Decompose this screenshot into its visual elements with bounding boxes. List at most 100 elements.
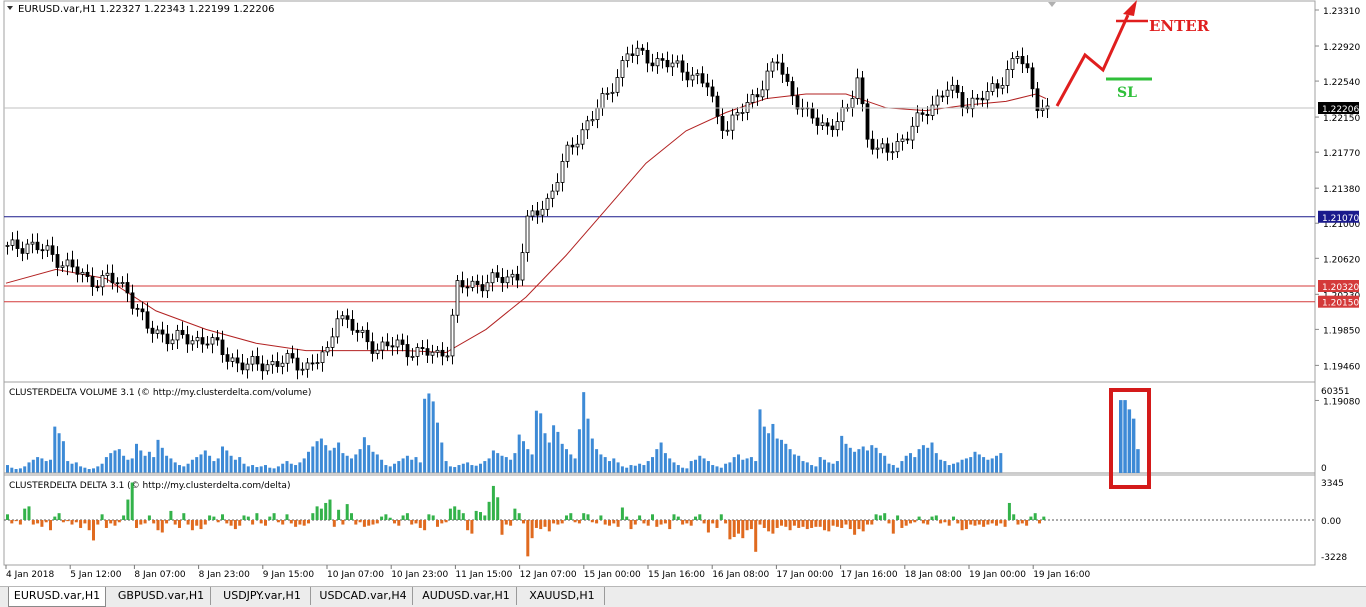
highlighted-volume-bar <box>1127 409 1132 473</box>
delta-bar <box>771 520 775 534</box>
volume-bar <box>887 463 891 473</box>
volume-bar <box>960 459 964 473</box>
delta-bar <box>973 520 977 526</box>
delta-bar <box>642 520 646 524</box>
candle-body <box>570 144 575 148</box>
delta-bar <box>23 508 27 520</box>
candle-body <box>510 273 515 278</box>
volume-bar <box>926 447 930 473</box>
candle-body <box>920 112 925 115</box>
delta-bar <box>612 520 616 524</box>
candle-body <box>710 86 715 97</box>
volume-bar <box>6 465 9 473</box>
volume-bar <box>801 461 805 473</box>
candle-body <box>405 344 410 358</box>
volume-bar <box>827 462 831 473</box>
tab-gbpusd[interactable]: GBPUSD.var,H1 <box>112 587 211 605</box>
candle-body <box>320 351 325 364</box>
volume-bar <box>233 459 237 473</box>
delta-bar <box>294 520 298 527</box>
volume-bar <box>414 457 418 473</box>
volume-bar <box>896 467 900 473</box>
candle-body <box>295 357 300 371</box>
volume-bar <box>474 465 478 473</box>
delta-bar <box>986 520 990 525</box>
level-price-label: 1.20320 <box>1322 283 1359 293</box>
tab-eurusd[interactable]: EURUSD.var,H1 <box>8 587 106 607</box>
volume-bar <box>719 467 723 473</box>
candle-body <box>605 92 610 95</box>
candle-body <box>395 339 400 348</box>
candle-body <box>600 93 605 109</box>
delta-bar <box>289 520 293 524</box>
volume-bar <box>973 451 977 473</box>
volume-bar <box>87 469 91 473</box>
candle-body <box>205 343 210 346</box>
volume-bar <box>573 458 577 473</box>
volume-bar <box>728 462 732 473</box>
volume-bar <box>620 466 624 473</box>
candle-body <box>880 143 885 149</box>
candle-body <box>970 97 975 110</box>
tab-audusd[interactable]: AUDUSD.var,H1 <box>416 587 517 605</box>
volume-bar <box>565 449 568 473</box>
delta-bar <box>655 520 659 527</box>
volume-bar <box>444 461 448 473</box>
candle-body <box>325 347 330 353</box>
volume-bar <box>685 468 689 473</box>
candle-body <box>530 210 535 217</box>
candle-body <box>220 339 225 356</box>
tab-usdjpy[interactable]: USDJPY.var,H1 <box>214 587 311 605</box>
trading-chart[interactable]: EURUSD.var,H1 1.22327 1.22343 1.22199 1.… <box>0 0 1366 586</box>
volume-bar <box>818 457 822 473</box>
level-price-label: 1.21070 <box>1322 214 1359 224</box>
candle-body <box>615 77 620 93</box>
candle-body <box>500 276 505 284</box>
volume-bar <box>487 458 491 473</box>
candle-body <box>165 333 170 345</box>
volume-bar <box>522 441 525 473</box>
candle-body <box>565 144 570 162</box>
volume-bar <box>840 435 844 473</box>
candle-body <box>910 125 915 141</box>
delta-bar <box>848 520 852 530</box>
candle-body <box>995 83 1000 89</box>
delta-bar <box>749 520 753 530</box>
volume-bar <box>238 457 242 473</box>
volume-bar <box>431 401 435 473</box>
delta-bar <box>221 514 224 520</box>
highlighted-volume-bar <box>1136 449 1140 473</box>
volume-bar <box>229 455 233 473</box>
tab-usdcad[interactable]: USDCAD.var,H4 <box>314 587 413 605</box>
volume-bar <box>517 434 521 473</box>
volume-bar <box>745 458 749 473</box>
delta-bar <box>388 517 392 520</box>
delta-bar <box>900 520 904 528</box>
delta-bar <box>878 515 882 520</box>
volume-bar <box>350 458 353 473</box>
candle-body <box>150 327 155 334</box>
candle-body <box>170 339 175 345</box>
candle-body <box>50 245 55 255</box>
delta-bar <box>474 510 478 520</box>
candle-body <box>815 117 820 126</box>
volume-bar <box>272 468 276 473</box>
volume-bar <box>513 453 517 473</box>
volume-bar <box>577 429 581 473</box>
delta-bar <box>792 520 796 526</box>
candle-body <box>540 208 545 216</box>
delta-bar <box>311 513 315 520</box>
tab-xauusd[interactable]: XAUUSD,H1 <box>520 587 605 605</box>
price-tick-label: 1.22920 <box>1323 43 1360 53</box>
volume-bar <box>423 398 427 473</box>
delta-bar <box>319 508 323 520</box>
candle-body <box>315 362 320 365</box>
delta-bar <box>156 520 160 531</box>
volume-bar <box>939 459 943 473</box>
symbol-info: EURUSD.var,H1 1.22327 1.22343 1.22199 1.… <box>18 4 274 15</box>
delta-bar <box>195 520 199 526</box>
volume-bar <box>810 465 814 473</box>
volume-bar <box>448 466 452 473</box>
volume-bar <box>857 449 861 473</box>
delta-bar <box>840 520 844 528</box>
